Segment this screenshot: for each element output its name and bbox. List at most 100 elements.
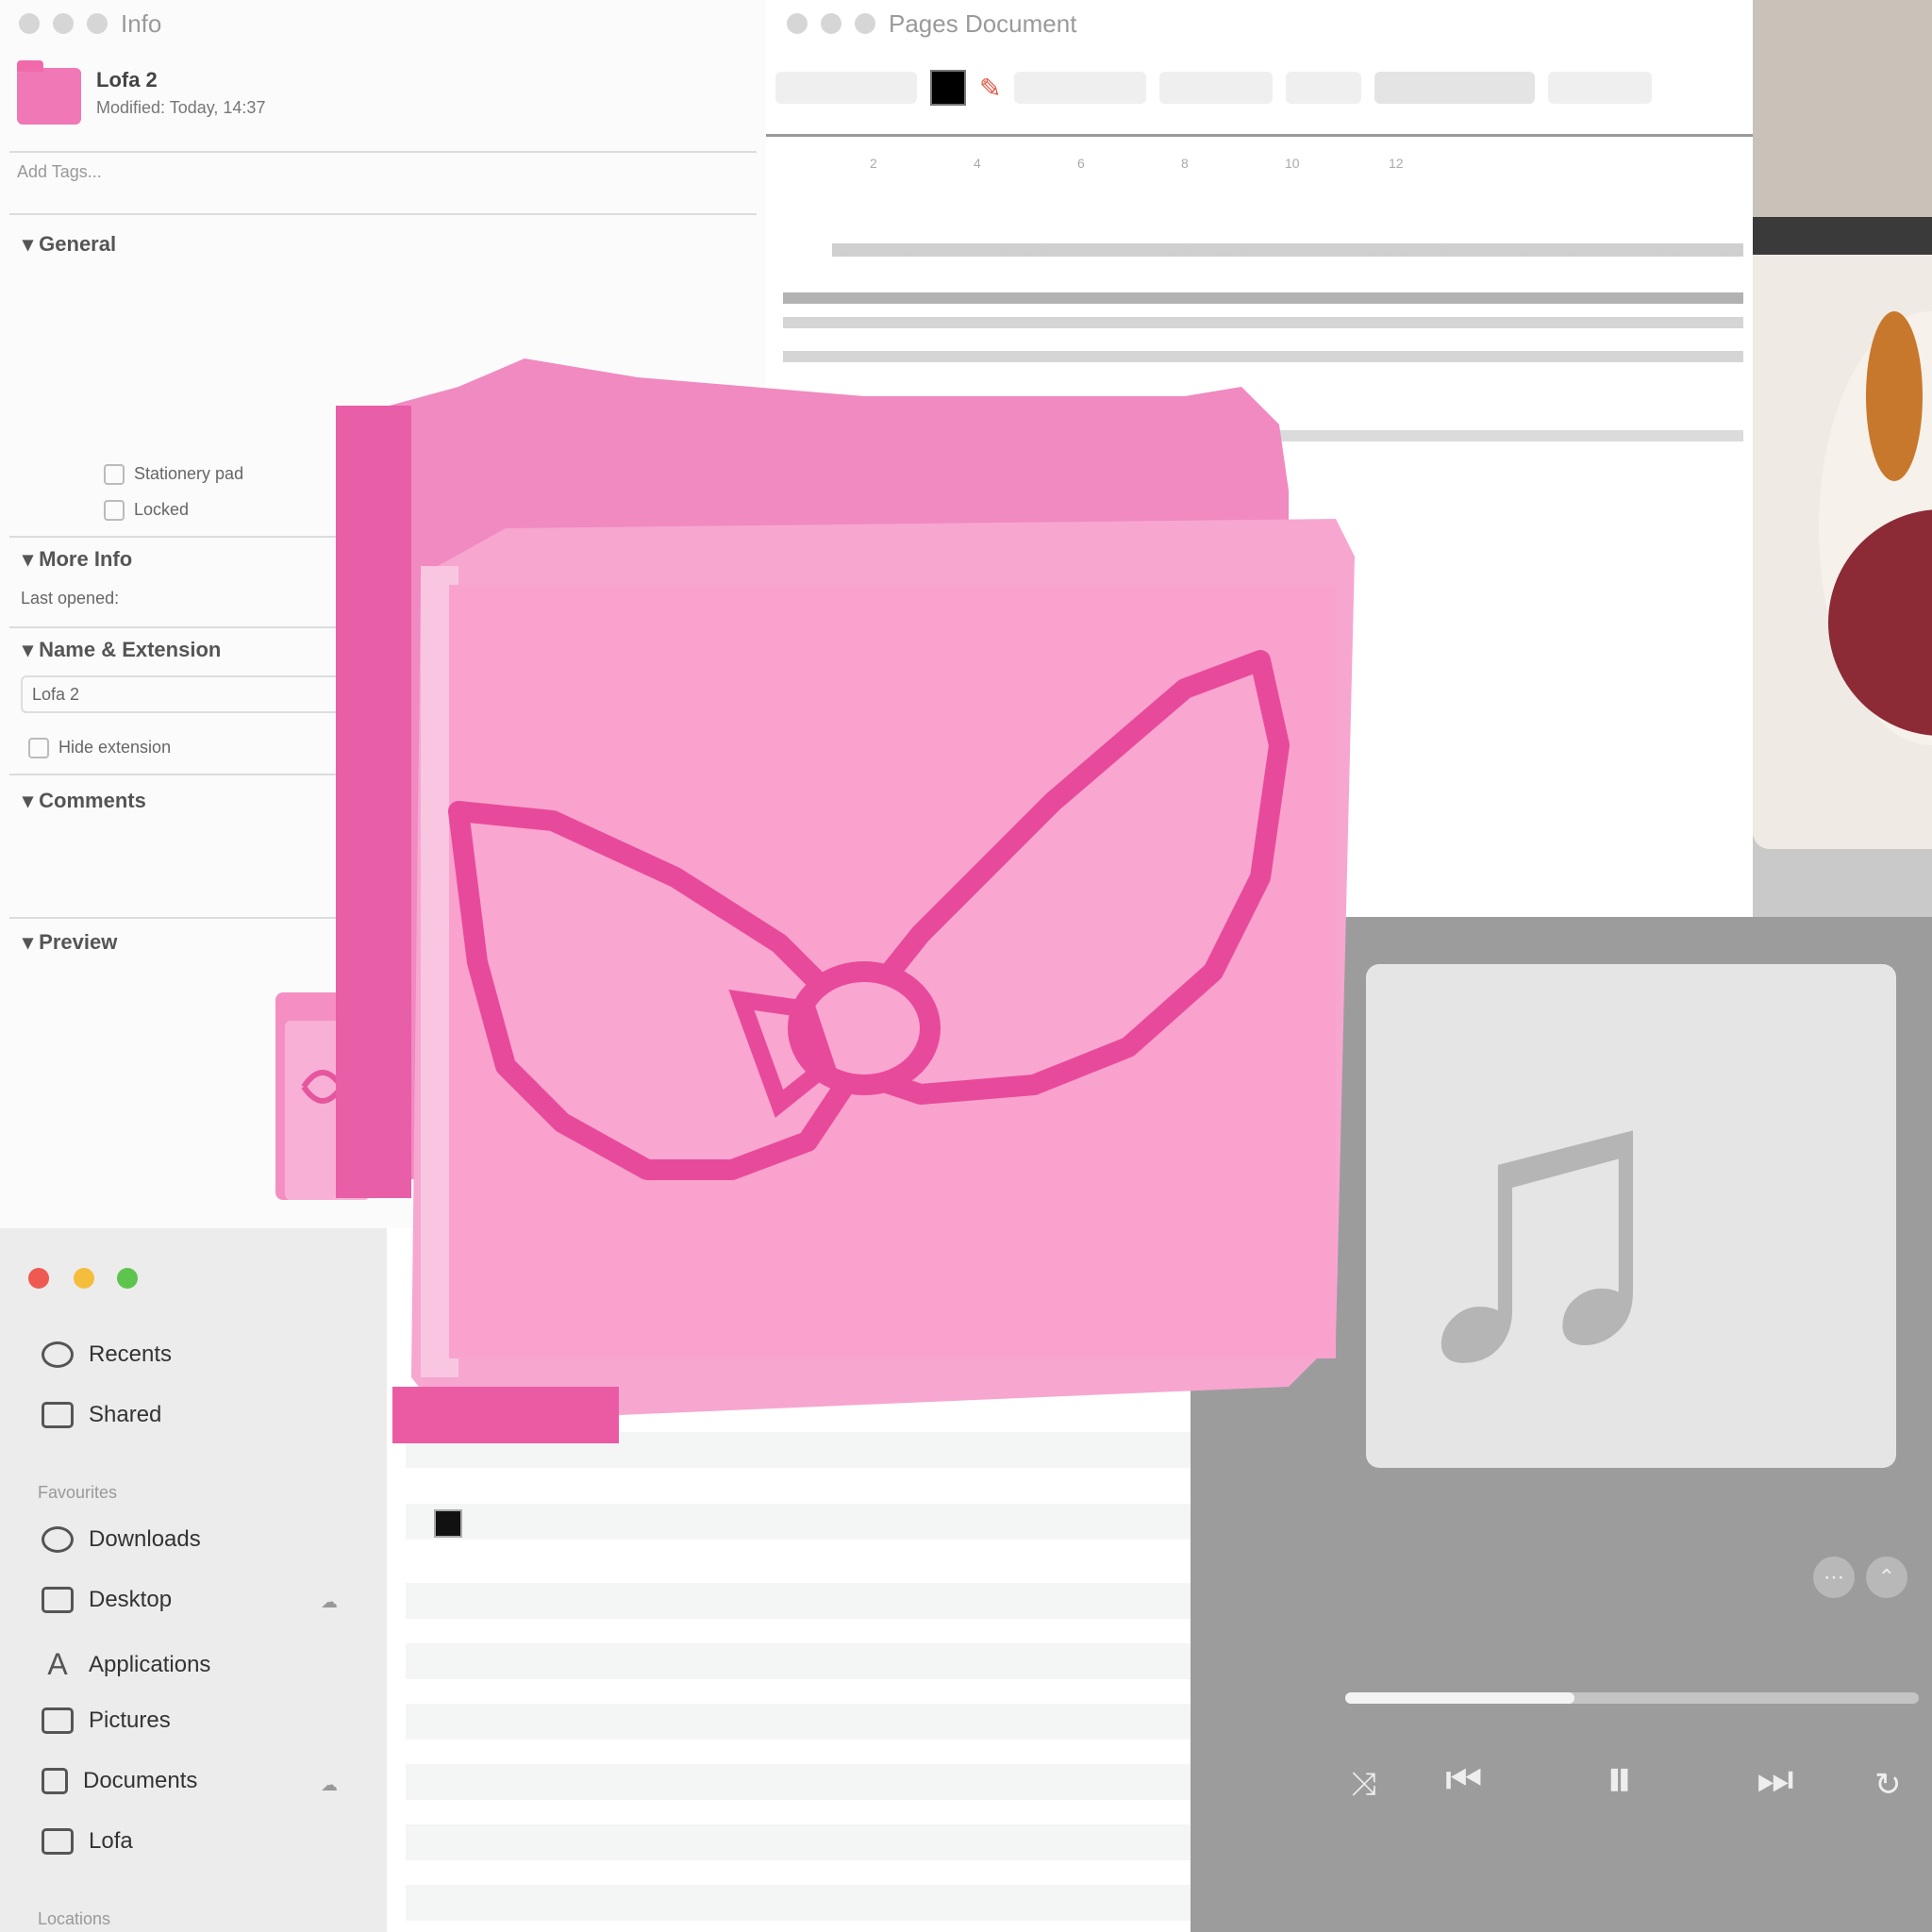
sidebar-item-lofa[interactable]: Lofa bbox=[42, 1828, 133, 1855]
section-name-extension-label: Name & Extension bbox=[39, 638, 222, 661]
sidebar-item-label: Downloads bbox=[89, 1526, 201, 1552]
sidebar-item-label: Pictures bbox=[89, 1707, 171, 1733]
tags-field[interactable]: Add Tags... bbox=[17, 162, 102, 182]
font-size-popup[interactable] bbox=[1159, 72, 1274, 104]
finder-sidebar: Recents Shared Favourites Downloads Desk… bbox=[0, 1228, 387, 1932]
minimize-button[interactable] bbox=[53, 13, 74, 34]
divider bbox=[9, 151, 757, 153]
downloads-icon bbox=[42, 1526, 74, 1553]
document-titlebar: Pages Document bbox=[766, 0, 1753, 47]
close-button[interactable] bbox=[19, 13, 40, 34]
section-more-info-label: More Info bbox=[39, 547, 133, 571]
ruler[interactable]: 246 8 10 12 bbox=[766, 134, 1753, 180]
sidebar-item-pictures[interactable]: Pictures bbox=[42, 1707, 171, 1734]
close-button[interactable] bbox=[28, 1268, 49, 1289]
section-comments[interactable]: ▾ Comments bbox=[23, 789, 146, 813]
hide-extension-checkbox[interactable]: Hide extension bbox=[28, 738, 172, 759]
spacing-control[interactable] bbox=[1548, 72, 1653, 104]
shared-icon bbox=[42, 1402, 74, 1428]
document-text-line[interactable] bbox=[783, 292, 1743, 304]
close-button[interactable] bbox=[787, 13, 808, 34]
file-row[interactable] bbox=[406, 1504, 1198, 1540]
alignment-segmented-control[interactable] bbox=[1374, 72, 1536, 104]
sidebar-item-desktop[interactable]: Desktop bbox=[42, 1587, 172, 1613]
zoom-button[interactable] bbox=[855, 13, 875, 34]
photo-window[interactable] bbox=[1753, 0, 1932, 849]
stationery-checkbox[interactable]: Stationery pad bbox=[104, 464, 244, 486]
shuffle-icon[interactable]: ⤨ bbox=[1351, 1766, 1376, 1803]
locations-header: Locations bbox=[38, 1909, 111, 1928]
sidebar-item-label: Lofa bbox=[89, 1828, 133, 1854]
desktop-icon bbox=[42, 1587, 74, 1613]
playback-progress-fill bbox=[1345, 1692, 1575, 1704]
item-name: Lofa 2 bbox=[96, 68, 158, 92]
more-button[interactable]: ⋯ bbox=[1813, 1557, 1855, 1598]
checkbox-icon bbox=[104, 500, 125, 522]
clock-icon bbox=[42, 1341, 74, 1368]
sidebar-item-label: Applications bbox=[89, 1651, 211, 1677]
font-popup[interactable] bbox=[1014, 72, 1147, 104]
cloud-icon[interactable]: ☁ bbox=[321, 1592, 338, 1612]
document-text-line[interactable] bbox=[783, 317, 1743, 328]
item-modified: Modified: Today, 14:37 bbox=[96, 98, 266, 117]
applications-icon: A bbox=[47, 1647, 68, 1681]
section-name-extension[interactable]: ▾ Name & Extension bbox=[23, 638, 221, 662]
cloud-icon[interactable]: ☁ bbox=[321, 1775, 338, 1795]
minimize-button[interactable] bbox=[821, 13, 841, 34]
sidebar-item-shared[interactable]: Shared bbox=[42, 1402, 161, 1428]
empty-row bbox=[406, 1824, 1198, 1860]
empty-row bbox=[406, 1885, 1198, 1921]
section-preview-label: Preview bbox=[39, 930, 118, 954]
empty-row bbox=[406, 1764, 1198, 1800]
sidebar-item-documents[interactable]: Documents bbox=[42, 1768, 197, 1794]
sidebar-item-label: Recents bbox=[89, 1341, 173, 1367]
sidebar-item-applications[interactable]: A Applications bbox=[42, 1647, 210, 1682]
bold-italic-controls[interactable] bbox=[1286, 72, 1362, 104]
folder-icon bbox=[42, 1828, 74, 1855]
previous-track-icon[interactable]: ⏮ bbox=[1445, 1757, 1483, 1804]
sidebar-item-recents[interactable]: Recents bbox=[42, 1341, 172, 1368]
zoom-button[interactable] bbox=[87, 13, 108, 34]
document-icon bbox=[42, 1768, 68, 1794]
name-field[interactable]: Lofa 2 bbox=[21, 675, 379, 713]
sidebar-item-downloads[interactable]: Downloads bbox=[42, 1526, 201, 1553]
sidebar-item-label: Documents bbox=[83, 1768, 198, 1793]
hide-extension-label: Hide extension bbox=[58, 738, 172, 757]
stationery-label: Stationery pad bbox=[134, 464, 244, 483]
section-preview[interactable]: ▾ Preview bbox=[23, 930, 117, 955]
section-comments-label: Comments bbox=[39, 789, 146, 812]
format-toolbar: ✎ bbox=[775, 64, 1753, 111]
document-text-line[interactable] bbox=[832, 243, 1743, 257]
empty-row bbox=[406, 1583, 1198, 1619]
airplay-button[interactable]: ⌃ bbox=[1866, 1557, 1907, 1598]
checkbox-icon bbox=[104, 464, 125, 486]
minimize-button[interactable] bbox=[74, 1268, 94, 1289]
info-title: Info bbox=[121, 8, 162, 38]
section-more-info[interactable]: ▾ More Info bbox=[23, 547, 132, 572]
pause-icon[interactable]: ⏸ bbox=[1606, 1747, 1633, 1811]
section-general[interactable]: ▾ General bbox=[23, 232, 116, 257]
checkbox-icon bbox=[28, 738, 49, 759]
sidebar-item-label: Desktop bbox=[89, 1587, 173, 1612]
favourites-header: Favourites bbox=[38, 1483, 118, 1502]
style-popup[interactable] bbox=[775, 72, 917, 104]
pink-folder-icon bbox=[17, 60, 81, 125]
text-color-swatch[interactable] bbox=[930, 70, 966, 106]
info-header: Lofa 2 Modified: Today, 14:37 bbox=[17, 60, 749, 143]
empty-row bbox=[406, 1643, 1198, 1679]
sidebar-item-label: Shared bbox=[89, 1402, 162, 1427]
empty-row bbox=[406, 1704, 1198, 1740]
divider bbox=[9, 213, 757, 215]
section-general-label: General bbox=[39, 232, 117, 256]
locked-label: Locked bbox=[134, 500, 190, 519]
info-titlebar: Info bbox=[0, 0, 766, 47]
last-opened-label: Last opened: bbox=[21, 589, 120, 608]
file-thumbnail-icon bbox=[434, 1509, 462, 1538]
next-track-icon[interactable]: ⏭ bbox=[1757, 1757, 1794, 1804]
pink-winged-folder-icon[interactable] bbox=[336, 349, 1619, 1481]
repeat-icon[interactable]: ↻ bbox=[1874, 1766, 1902, 1804]
playback-progress-bar[interactable] bbox=[1345, 1692, 1919, 1704]
highlight-pen-icon[interactable]: ✎ bbox=[979, 73, 1001, 104]
locked-checkbox[interactable]: Locked bbox=[104, 500, 190, 522]
zoom-button[interactable] bbox=[117, 1268, 138, 1289]
